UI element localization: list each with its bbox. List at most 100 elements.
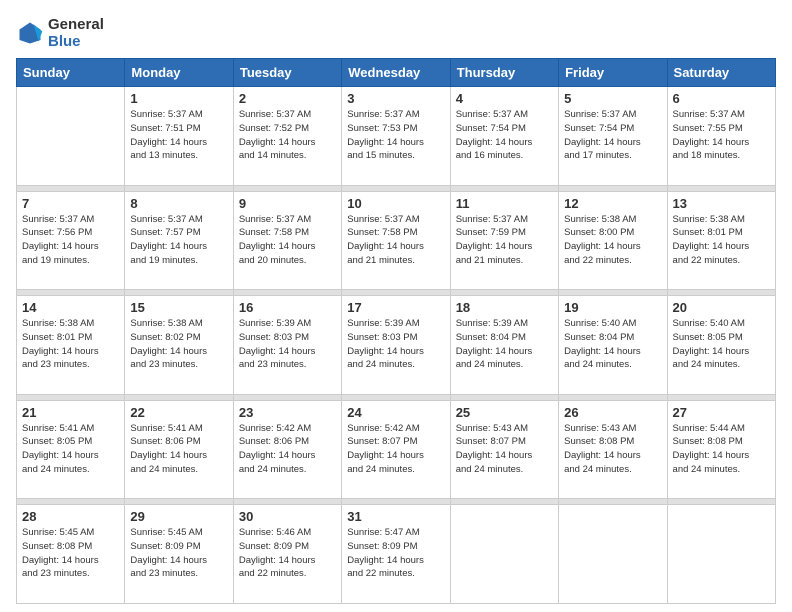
day-info: Sunrise: 5:37 AM Sunset: 7:56 PM Dayligh…: [22, 213, 119, 268]
day-cell: 15 Sunrise: 5:38 AM Sunset: 8:02 PM Dayli…: [125, 296, 233, 395]
day-info: Sunrise: 5:37 AM Sunset: 7:55 PM Dayligh…: [673, 108, 770, 163]
day-info: Sunrise: 5:39 AM Sunset: 8:04 PM Dayligh…: [456, 317, 553, 372]
day-cell: [559, 505, 667, 604]
day-cell: 4 Sunrise: 5:37 AM Sunset: 7:54 PM Daylig…: [450, 87, 558, 186]
day-cell: 3 Sunrise: 5:37 AM Sunset: 7:53 PM Daylig…: [342, 87, 450, 186]
day-cell: 26 Sunrise: 5:43 AM Sunset: 8:08 PM Dayli…: [559, 400, 667, 499]
day-cell: 31 Sunrise: 5:47 AM Sunset: 8:09 PM Dayli…: [342, 505, 450, 604]
day-info: Sunrise: 5:37 AM Sunset: 7:58 PM Dayligh…: [239, 213, 336, 268]
day-cell: 21 Sunrise: 5:41 AM Sunset: 8:05 PM Dayli…: [17, 400, 125, 499]
day-info: Sunrise: 5:37 AM Sunset: 7:51 PM Dayligh…: [130, 108, 227, 163]
day-info: Sunrise: 5:37 AM Sunset: 7:52 PM Dayligh…: [239, 108, 336, 163]
day-info: Sunrise: 5:41 AM Sunset: 8:06 PM Dayligh…: [130, 422, 227, 477]
day-cell: 16 Sunrise: 5:39 AM Sunset: 8:03 PM Dayli…: [233, 296, 341, 395]
day-number: 1: [130, 91, 227, 106]
day-number: 4: [456, 91, 553, 106]
day-cell: 10 Sunrise: 5:37 AM Sunset: 7:58 PM Dayli…: [342, 191, 450, 290]
day-cell: 30 Sunrise: 5:46 AM Sunset: 8:09 PM Dayli…: [233, 505, 341, 604]
day-number: 6: [673, 91, 770, 106]
day-cell: [17, 87, 125, 186]
day-cell: 28Sunrise: 5:45 AM Sunset: 8:08 PM Dayli…: [17, 505, 125, 604]
day-info: Sunrise: 5:43 AM Sunset: 8:07 PM Dayligh…: [456, 422, 553, 477]
weekday-header-thursday: Thursday: [450, 59, 558, 87]
day-cell: 20Sunrise: 5:40 AM Sunset: 8:05 PM Dayli…: [667, 296, 775, 395]
weekday-header-saturday: Saturday: [667, 59, 775, 87]
day-number: 10: [347, 196, 444, 211]
day-info: Sunrise: 5:37 AM Sunset: 7:54 PM Dayligh…: [456, 108, 553, 163]
day-cell: 17 Sunrise: 5:39 AM Sunset: 8:03 PM Dayli…: [342, 296, 450, 395]
day-number: 25: [456, 405, 553, 420]
day-number: 29: [130, 509, 227, 524]
weekday-header-wednesday: Wednesday: [342, 59, 450, 87]
day-number: 16: [239, 300, 336, 315]
day-cell: 27 Sunrise: 5:44 AM Sunset: 8:08 PM Dayli…: [667, 400, 775, 499]
day-cell: 29 Sunrise: 5:45 AM Sunset: 8:09 PM Dayli…: [125, 505, 233, 604]
day-info: Sunrise: 5:42 AM Sunset: 8:07 PM Dayligh…: [347, 422, 444, 477]
day-cell: 2Sunrise: 5:37 AM Sunset: 7:52 PM Daylig…: [233, 87, 341, 186]
day-info: Sunrise: 5:39 AM Sunset: 8:03 PM Dayligh…: [347, 317, 444, 372]
day-info: Sunrise: 5:37 AM Sunset: 7:59 PM Dayligh…: [456, 213, 553, 268]
weekday-header-row: SundayMondayTuesdayWednesdayThursdayFrid…: [17, 59, 776, 87]
logo: General Blue: [16, 16, 104, 50]
day-info: Sunrise: 5:39 AM Sunset: 8:03 PM Dayligh…: [239, 317, 336, 372]
day-number: 26: [564, 405, 661, 420]
day-info: Sunrise: 5:45 AM Sunset: 8:09 PM Dayligh…: [130, 526, 227, 581]
week-row-4: 21 Sunrise: 5:41 AM Sunset: 8:05 PM Dayli…: [17, 400, 776, 499]
day-cell: 1 Sunrise: 5:37 AM Sunset: 7:51 PM Daylig…: [125, 87, 233, 186]
day-info: Sunrise: 5:37 AM Sunset: 7:57 PM Dayligh…: [130, 213, 227, 268]
day-number: 31: [347, 509, 444, 524]
day-info: Sunrise: 5:38 AM Sunset: 8:00 PM Dayligh…: [564, 213, 661, 268]
day-cell: 22Sunrise: 5:41 AM Sunset: 8:06 PM Dayli…: [125, 400, 233, 499]
weekday-header-friday: Friday: [559, 59, 667, 87]
day-info: Sunrise: 5:42 AM Sunset: 8:06 PM Dayligh…: [239, 422, 336, 477]
day-number: 13: [673, 196, 770, 211]
day-info: Sunrise: 5:44 AM Sunset: 8:08 PM Dayligh…: [673, 422, 770, 477]
day-info: Sunrise: 5:46 AM Sunset: 8:09 PM Dayligh…: [239, 526, 336, 581]
day-number: 30: [239, 509, 336, 524]
logo-text: General Blue: [48, 16, 104, 50]
day-cell: 5 Sunrise: 5:37 AM Sunset: 7:54 PM Daylig…: [559, 87, 667, 186]
day-cell: 23 Sunrise: 5:42 AM Sunset: 8:06 PM Dayli…: [233, 400, 341, 499]
day-info: Sunrise: 5:38 AM Sunset: 8:01 PM Dayligh…: [22, 317, 119, 372]
week-row-5: 28Sunrise: 5:45 AM Sunset: 8:08 PM Dayli…: [17, 505, 776, 604]
day-info: Sunrise: 5:40 AM Sunset: 8:05 PM Dayligh…: [673, 317, 770, 372]
day-info: Sunrise: 5:38 AM Sunset: 8:02 PM Dayligh…: [130, 317, 227, 372]
day-cell: 14 Sunrise: 5:38 AM Sunset: 8:01 PM Dayli…: [17, 296, 125, 395]
day-number: 8: [130, 196, 227, 211]
day-cell: 18 Sunrise: 5:39 AM Sunset: 8:04 PM Dayli…: [450, 296, 558, 395]
day-info: Sunrise: 5:43 AM Sunset: 8:08 PM Dayligh…: [564, 422, 661, 477]
weekday-header-monday: Monday: [125, 59, 233, 87]
day-cell: 8 Sunrise: 5:37 AM Sunset: 7:57 PM Daylig…: [125, 191, 233, 290]
week-row-2: 7Sunrise: 5:37 AM Sunset: 7:56 PM Daylig…: [17, 191, 776, 290]
day-number: 3: [347, 91, 444, 106]
day-number: 21: [22, 405, 119, 420]
day-number: 9: [239, 196, 336, 211]
day-info: Sunrise: 5:37 AM Sunset: 7:53 PM Dayligh…: [347, 108, 444, 163]
calendar: SundayMondayTuesdayWednesdayThursdayFrid…: [16, 58, 776, 604]
day-number: 14: [22, 300, 119, 315]
day-number: 19: [564, 300, 661, 315]
day-cell: 13 Sunrise: 5:38 AM Sunset: 8:01 PM Dayli…: [667, 191, 775, 290]
day-number: 17: [347, 300, 444, 315]
day-cell: 7Sunrise: 5:37 AM Sunset: 7:56 PM Daylig…: [17, 191, 125, 290]
day-number: 24: [347, 405, 444, 420]
day-info: Sunrise: 5:40 AM Sunset: 8:04 PM Dayligh…: [564, 317, 661, 372]
week-row-3: 14 Sunrise: 5:38 AM Sunset: 8:01 PM Dayli…: [17, 296, 776, 395]
day-cell: [450, 505, 558, 604]
day-number: 27: [673, 405, 770, 420]
weekday-header-tuesday: Tuesday: [233, 59, 341, 87]
day-info: Sunrise: 5:37 AM Sunset: 7:58 PM Dayligh…: [347, 213, 444, 268]
day-number: 23: [239, 405, 336, 420]
day-cell: 6 Sunrise: 5:37 AM Sunset: 7:55 PM Daylig…: [667, 87, 775, 186]
logo-icon: [16, 19, 44, 47]
day-number: 12: [564, 196, 661, 211]
day-info: Sunrise: 5:38 AM Sunset: 8:01 PM Dayligh…: [673, 213, 770, 268]
day-number: 5: [564, 91, 661, 106]
day-info: Sunrise: 5:47 AM Sunset: 8:09 PM Dayligh…: [347, 526, 444, 581]
day-number: 28: [22, 509, 119, 524]
day-cell: 24 Sunrise: 5:42 AM Sunset: 8:07 PM Dayli…: [342, 400, 450, 499]
day-number: 18: [456, 300, 553, 315]
day-number: 15: [130, 300, 227, 315]
day-info: Sunrise: 5:37 AM Sunset: 7:54 PM Dayligh…: [564, 108, 661, 163]
day-info: Sunrise: 5:41 AM Sunset: 8:05 PM Dayligh…: [22, 422, 119, 477]
